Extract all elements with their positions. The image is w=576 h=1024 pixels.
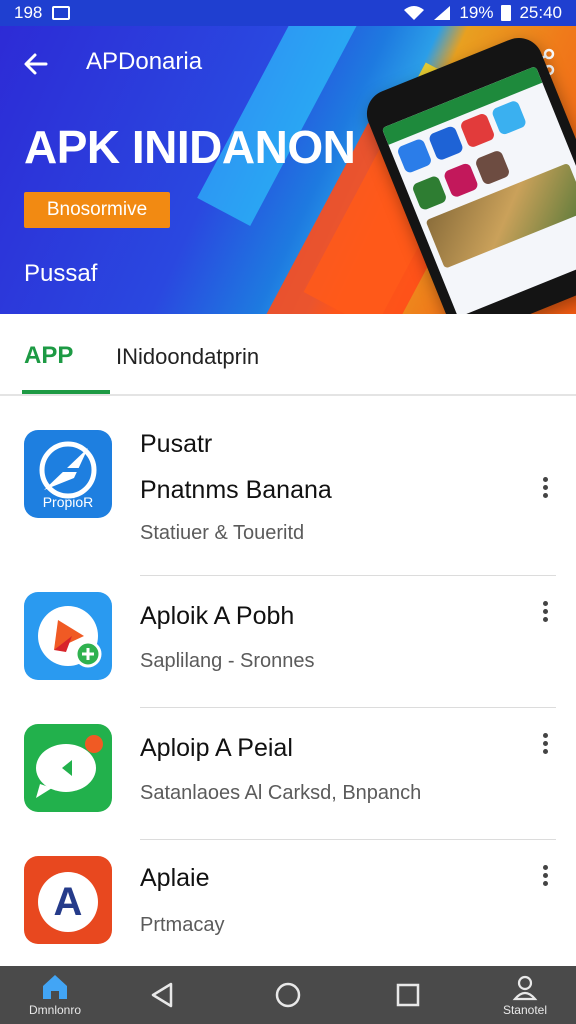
- nav-recents-button[interactable]: [386, 966, 430, 1024]
- arrow-left-icon: [24, 53, 48, 75]
- active-tab-indicator: [22, 390, 110, 394]
- more-options-button[interactable]: [534, 862, 556, 894]
- nav-profile-button[interactable]: Stanotel: [490, 966, 560, 1024]
- battery-icon: [501, 5, 512, 21]
- nav-profile-label: Stanotel: [502, 1003, 548, 1017]
- nav-home-label: Dmnlonro: [28, 1003, 82, 1017]
- more-options-button[interactable]: [534, 598, 556, 630]
- app-icon-label: PropioR: [42, 494, 94, 510]
- app-icon-label: A: [53, 880, 83, 924]
- navigation-bar: Dmnlonro Stanotel: [0, 966, 576, 1024]
- app-icon[interactable]: [24, 592, 112, 680]
- app-title: Aplaie: [140, 864, 210, 892]
- status-time-left: 198: [14, 3, 43, 22]
- app-category: Pusatr: [140, 430, 213, 458]
- back-button[interactable]: [20, 48, 52, 80]
- list-item[interactable]: A Aplaie Prtmacay: [0, 840, 576, 972]
- play-icon: [38, 606, 102, 668]
- app-list: PropioR Pusatr Pnatnms Banana Statiuer &…: [0, 398, 576, 972]
- app-icon[interactable]: PropioR: [24, 430, 112, 518]
- hero-banner: APDonaria APK INIDANON Bnosormive Pussaf: [0, 26, 576, 314]
- hero-headline: APK INIDANON: [24, 121, 356, 173]
- signal-icon: [434, 6, 451, 20]
- tab-app[interactable]: APP: [24, 342, 73, 370]
- square-recents-icon: [396, 983, 420, 1007]
- wifi-icon: [404, 6, 425, 20]
- status-bar: 198 19% 25:40: [0, 0, 576, 26]
- status-time-right: 25:40: [519, 3, 562, 22]
- profile-icon: [512, 975, 538, 1001]
- list-item[interactable]: PropioR Pusatr Pnatnms Banana Statiuer &…: [0, 398, 576, 576]
- nav-home-button[interactable]: Dmnlonro: [20, 966, 90, 1024]
- chat-icon: [36, 735, 103, 798]
- nav-back-button[interactable]: [140, 966, 184, 1024]
- app-subtitle: Saplilang - Sronnes: [140, 650, 315, 672]
- more-options-button[interactable]: [534, 474, 556, 506]
- circle-home-icon: [275, 982, 301, 1008]
- image-notification-icon: [52, 6, 71, 20]
- promo-badge[interactable]: Bnosormive: [24, 192, 170, 228]
- tab-bar: APP INidoondatprin: [0, 314, 576, 396]
- list-item[interactable]: Aploip A Peial Satanlaoes Al Carksd, Bnp…: [0, 708, 576, 840]
- app-title: Aploik A Pobh: [140, 602, 295, 630]
- triangle-back-icon: [151, 982, 173, 1008]
- more-options-button[interactable]: [534, 730, 556, 762]
- app-subtitle: Prtmacay: [140, 914, 225, 936]
- app-title: Pnatnms Banana: [140, 476, 332, 504]
- app-subtitle: Statiuer & Toueritd: [140, 522, 305, 544]
- home-icon: [43, 975, 67, 999]
- battery-percent: 19%: [459, 3, 494, 22]
- app-title: Aploip A Peial: [140, 734, 293, 762]
- app-icon[interactable]: [24, 724, 112, 812]
- app-icon[interactable]: A: [24, 856, 112, 944]
- page-title: APDonaria: [86, 48, 203, 75]
- list-item[interactable]: Aploik A Pobh Saplilang - Sronnes: [0, 576, 576, 708]
- nav-home-circle-button[interactable]: [266, 966, 310, 1024]
- hero-subtitle: Pussaf: [24, 260, 98, 287]
- tab-indonesia[interactable]: INidoondatprin: [116, 344, 259, 370]
- app-subtitle: Satanlaoes Al Carksd, Bnpanch: [140, 782, 422, 804]
